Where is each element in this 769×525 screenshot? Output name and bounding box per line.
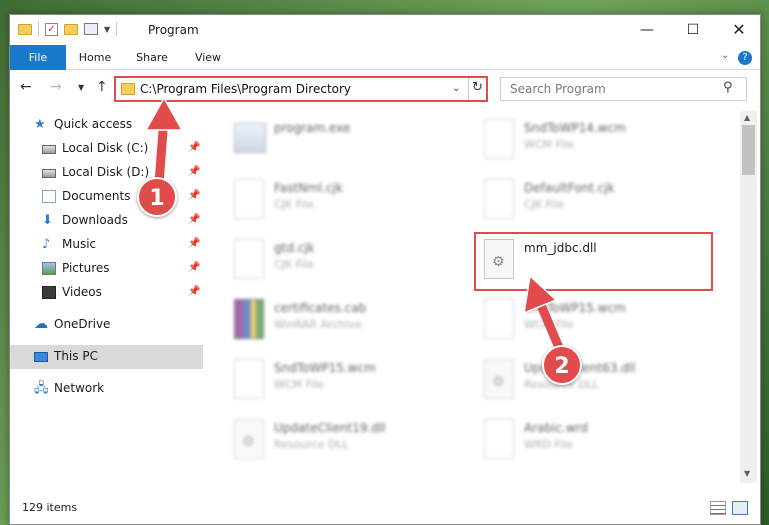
step-1-badge: 1 (137, 177, 177, 217)
step-2-badge: 2 (542, 345, 582, 385)
arrow-1 (144, 96, 184, 188)
annotation-arrows (144, 96, 565, 355)
arrow-2 (523, 274, 565, 355)
